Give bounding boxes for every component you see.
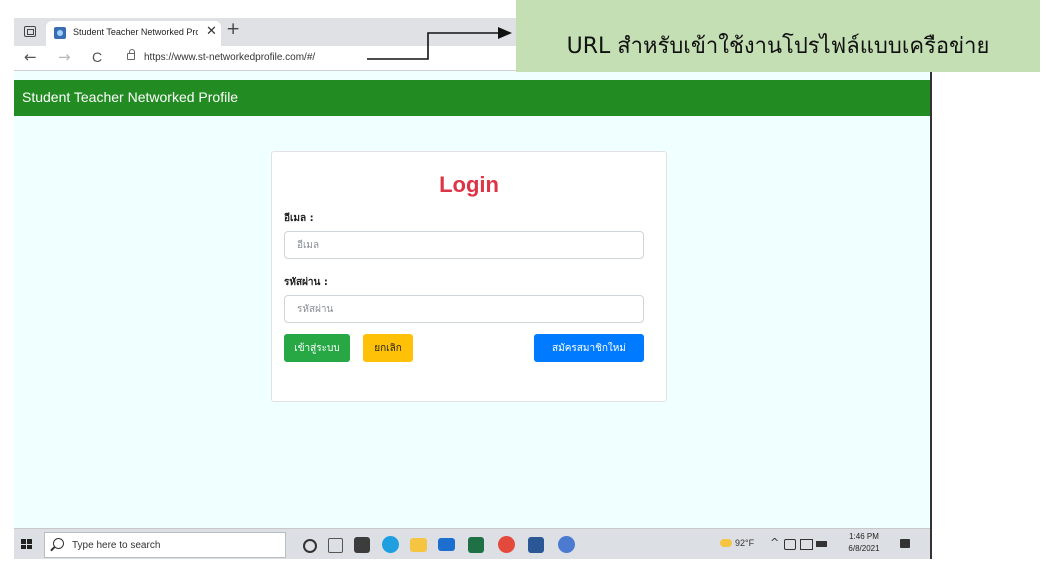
password-field[interactable]	[284, 295, 644, 323]
file-explorer-icon[interactable]	[410, 538, 427, 552]
annotation-box: URL สำหรับเข้าใช้งานโปรไฟล์แบบเครือข่าย	[516, 0, 1040, 72]
edge-icon[interactable]	[382, 536, 399, 553]
excel-icon[interactable]	[468, 537, 484, 553]
annotation-text: URL สำหรับเข้าใช้งานโปรไฟล์แบบเครือข่าย	[566, 34, 990, 59]
window-menu-icon[interactable]	[24, 26, 36, 37]
tray-chevron-icon[interactable]: ^	[770, 536, 779, 549]
url-field[interactable]: https://www.st-networkedprofile.com/#/	[144, 52, 315, 63]
word-icon[interactable]	[528, 537, 544, 553]
taskbar-search-box[interactable]: Type here to search	[44, 532, 286, 558]
network-icon[interactable]	[800, 539, 813, 550]
browser-icon[interactable]	[558, 536, 575, 553]
password-label: รหัสผ่าน :	[284, 277, 328, 288]
login-heading: Login	[439, 172, 499, 197]
app-header: Student Teacher Networked Profile	[14, 80, 930, 116]
reload-icon[interactable]: C	[92, 49, 102, 65]
tab-title: Student Teacher Networked Prof	[73, 27, 198, 37]
battery-icon[interactable]	[816, 541, 827, 547]
tab-favicon-icon	[54, 27, 66, 39]
tab-close-icon[interactable]: ✕	[206, 24, 217, 39]
clock-date[interactable]: 6/8/2021	[842, 544, 886, 553]
cancel-button[interactable]: ยกเลิก	[363, 334, 413, 362]
weather-icon[interactable]	[720, 539, 732, 547]
login-card: Login อีเมล : รหัสผ่าน : เข้าสู่ระบบ ยกเ…	[271, 151, 667, 402]
task-view-icon[interactable]	[328, 538, 343, 553]
notification-icon[interactable]	[900, 539, 910, 548]
mail-icon[interactable]	[438, 538, 455, 551]
store-icon[interactable]	[354, 537, 370, 553]
search-icon	[53, 538, 64, 549]
cortana-icon[interactable]	[303, 539, 317, 553]
clock-time[interactable]: 1:46 PM	[842, 532, 886, 541]
new-tab-icon[interactable]: +	[226, 19, 240, 39]
forward-arrow-icon[interactable]: →	[58, 48, 71, 66]
app-title: Student Teacher Networked Profile	[22, 89, 239, 105]
weather-temperature[interactable]: 92°F	[735, 538, 754, 548]
login-button[interactable]: เข้าสู่ระบบ	[284, 334, 350, 362]
email-label: อีเมล :	[284, 213, 314, 224]
register-button[interactable]: สมัครสมาชิกใหม่	[534, 334, 644, 362]
chrome-icon[interactable]	[498, 536, 515, 553]
windows-start-icon[interactable]	[21, 539, 33, 550]
back-arrow-icon[interactable]: ←	[24, 48, 37, 66]
browser-tab[interactable]: Student Teacher Networked Prof ✕	[46, 21, 221, 46]
email-field[interactable]	[284, 231, 644, 259]
screen: Student Teacher Networked Prof ✕ + ← → C…	[14, 18, 932, 559]
taskbar: Type here to search 92°F ^ 1:46 PM 6/8/2…	[14, 528, 930, 559]
security-icon[interactable]	[784, 539, 796, 550]
taskbar-search-placeholder: Type here to search	[72, 540, 161, 551]
site-info-icon[interactable]	[127, 49, 135, 60]
